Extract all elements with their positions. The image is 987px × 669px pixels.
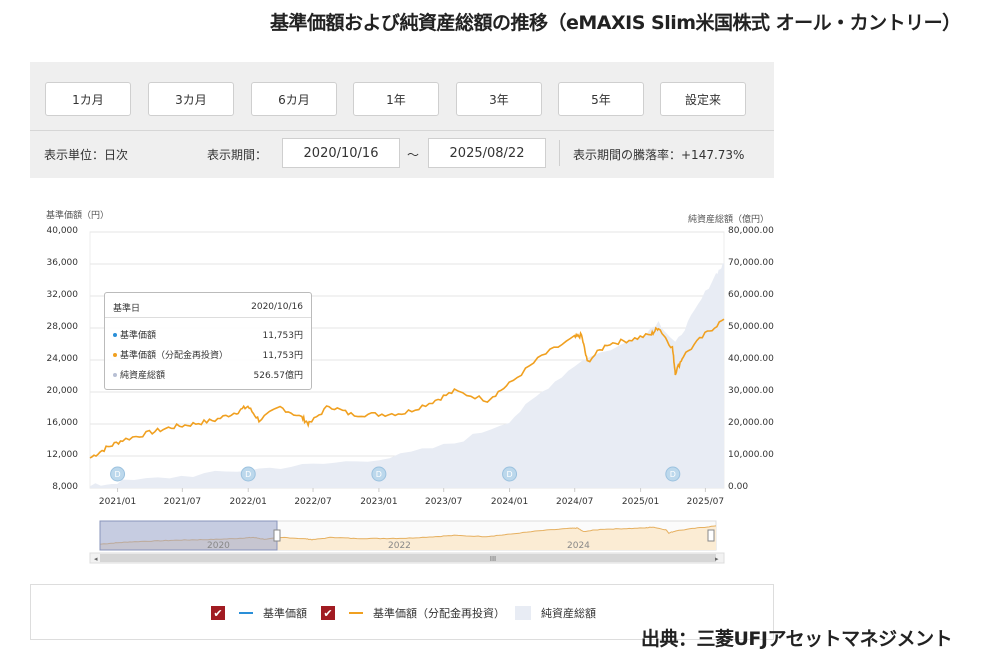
checkbox-checked-icon[interactable]: ✔ [321, 606, 335, 620]
tooltip-row-value: 11,753円 [262, 350, 304, 361]
tooltip-divider [105, 317, 311, 318]
dividend-marker-label: D [670, 470, 676, 479]
legend-item-nav[interactable]: ✔ 基準価額 [211, 605, 307, 621]
dividend-marker-label: D [506, 470, 512, 479]
tooltip: 基準日 2020/10/16 基準価額 11,753円 基準価額（分配金再投資）… [104, 292, 312, 390]
legend-item-assets[interactable]: 純資産総額 [515, 605, 596, 621]
navigator-scrollbar-thumb[interactable] [100, 554, 716, 562]
scroll-left-arrow[interactable]: ◂ [94, 555, 98, 563]
navigator-window[interactable] [99, 520, 278, 551]
tooltip-header-label: 基準日 [113, 303, 141, 314]
tooltip-row-nav-reinvested: 基準価額（分配金再投資） 11,753円 [113, 347, 303, 361]
source-credit: 出典：三菱UFJアセットマネジメント [641, 628, 953, 650]
dividend-marker-label: D [245, 470, 251, 479]
tooltip-row-assets: 純資産総額 526.57億円 [113, 367, 303, 381]
scroll-grip[interactable]: III [490, 555, 496, 563]
navigator-label-2024: 2024 [567, 541, 590, 551]
area-swatch-icon [515, 606, 531, 620]
line-swatch-icon [239, 612, 253, 614]
tooltip-row-label: 純資産総額 [120, 370, 166, 381]
scroll-right-arrow[interactable]: ▸ [715, 555, 719, 563]
legend-label: 純資産総額 [541, 607, 596, 620]
navigator-handle-left[interactable] [707, 529, 715, 542]
dividend-marker-label: D [376, 470, 382, 479]
tooltip-row-label: 基準価額（分配金再投資） [120, 350, 229, 361]
line-swatch-icon [349, 612, 363, 614]
navigator-label-2022: 2022 [388, 541, 411, 551]
legend-label: 基準価額 [263, 607, 307, 620]
tooltip-header: 基準日 2020/10/16 [113, 300, 303, 314]
assets-dot-icon [113, 373, 117, 377]
tooltip-row-label: 基準価額 [120, 330, 157, 341]
checkbox-checked-icon[interactable]: ✔ [211, 606, 225, 620]
tooltip-row-value: 11,753円 [262, 330, 304, 341]
navigator-handle-right[interactable] [273, 529, 281, 542]
dividend-marker-label: D [114, 470, 120, 479]
navigator-label-2020: 2020 [207, 541, 230, 551]
legend-item-nav-reinvested[interactable]: ✔ 基準価額（分配金再投資） [321, 605, 505, 621]
tooltip-row-nav: 基準価額 11,753円 [113, 327, 303, 341]
reinvested-dot-icon [113, 353, 117, 357]
legend-label: 基準価額（分配金再投資） [373, 607, 505, 620]
tooltip-header-value: 2020/10/16 [251, 302, 303, 312]
nav-dot-icon [113, 333, 117, 337]
tooltip-row-value: 526.57億円 [253, 370, 304, 381]
